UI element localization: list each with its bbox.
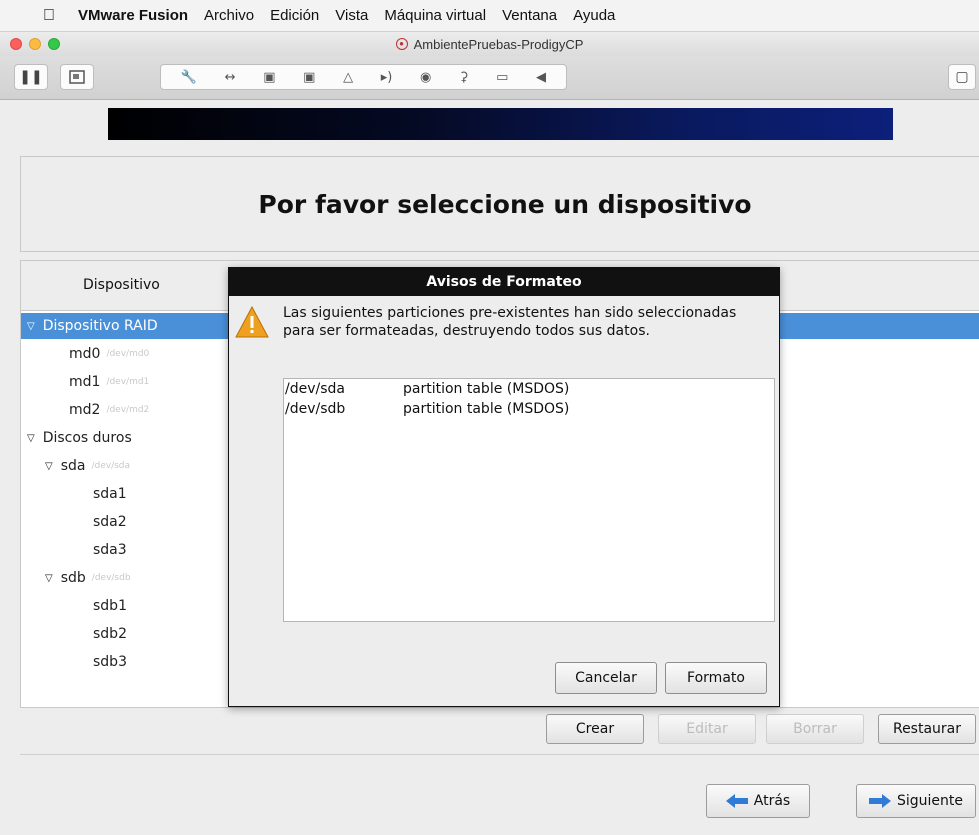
tree-row-label: md1 bbox=[69, 374, 101, 390]
tree-row-path: /dev/md2 bbox=[106, 405, 150, 415]
tree-row-path: /dev/md1 bbox=[106, 377, 150, 387]
menu-vista[interactable]: Vista bbox=[335, 7, 368, 24]
menu-edicion[interactable]: Edición bbox=[270, 7, 319, 24]
fullscreen-button[interactable]: ▢ bbox=[948, 64, 976, 90]
pause-button[interactable]: ❚❚ bbox=[14, 64, 48, 90]
app-menu[interactable]: VMware Fusion bbox=[78, 7, 188, 24]
back-arrow-icon bbox=[725, 794, 748, 808]
window-controls bbox=[10, 38, 60, 50]
tree-row-label: sda2 bbox=[93, 514, 127, 530]
tree-row-label: sda1 bbox=[93, 486, 127, 502]
back-button-label: Atrás bbox=[753, 793, 791, 809]
dialog-titlebar: Avisos de Formateo bbox=[229, 268, 779, 296]
sound-icon[interactable]: ▸) bbox=[381, 70, 393, 85]
hard-disk-icon[interactable]: ▣ bbox=[263, 70, 275, 85]
vm-icon: ● bbox=[395, 38, 408, 50]
expand-triangle-icon[interactable]: ▽ bbox=[45, 573, 53, 584]
next-button-label: Siguiente bbox=[896, 793, 963, 809]
edit-button-label: Editar bbox=[686, 721, 728, 737]
list-item-description: partition table (MSDOS) bbox=[403, 401, 570, 417]
tree-row-label: Dispositivo RAID bbox=[42, 318, 158, 334]
create-button-label: Crear bbox=[575, 721, 615, 737]
tree-row-label: Discos duros bbox=[42, 430, 132, 446]
device-toolbar-group: 🔧 ↔ ▣ ▣ △ ▸) ◉ ⚳ ▭ ◀ bbox=[160, 64, 567, 90]
tree-row-label: md2 bbox=[69, 402, 101, 418]
fullscreen-icon: ▢ bbox=[955, 69, 969, 85]
menu-maquina-virtual[interactable]: Máquina virtual bbox=[384, 7, 486, 24]
settings-wrench-icon[interactable]: 🔧 bbox=[181, 70, 197, 85]
hard-disk-2-icon[interactable]: ▣ bbox=[303, 70, 315, 85]
tree-row-label: sda3 bbox=[93, 542, 127, 558]
snapshot-icon bbox=[69, 70, 85, 84]
macos-menubar:  VMware Fusion Archivo Edición Vista Má… bbox=[0, 0, 979, 32]
menu-ayuda[interactable]: Ayuda bbox=[573, 7, 615, 24]
snapshot-button[interactable] bbox=[60, 64, 94, 90]
separator bbox=[20, 754, 979, 755]
resize-arrows-icon[interactable]: ↔ bbox=[225, 70, 236, 85]
expand-triangle-icon[interactable]: ▽ bbox=[27, 433, 35, 444]
edit-button[interactable]: Editar bbox=[658, 714, 756, 744]
display-icon[interactable]: ▭ bbox=[496, 70, 508, 85]
partition-list[interactable]: /dev/sda partition table (MSDOS) /dev/sd… bbox=[283, 378, 775, 622]
menu-archivo[interactable]: Archivo bbox=[204, 7, 254, 24]
delete-button-label: Borrar bbox=[793, 721, 837, 737]
tree-row-label: sda bbox=[60, 458, 86, 474]
page-title: Por favor seleccione un dispositivo bbox=[258, 189, 752, 219]
restore-button-label: Restaurar bbox=[892, 721, 962, 737]
format-button-label: Formato bbox=[687, 670, 745, 686]
tree-row-label: sdb1 bbox=[93, 598, 127, 614]
more-arrow-icon[interactable]: ◀ bbox=[536, 70, 546, 85]
apple-menu-icon[interactable]:  bbox=[40, 7, 58, 25]
tree-row-label: md0 bbox=[69, 346, 101, 362]
tree-row-path: /dev/sda bbox=[91, 461, 131, 471]
tree-row-label: sdb2 bbox=[93, 626, 127, 642]
expand-triangle-icon[interactable]: ▽ bbox=[27, 321, 35, 332]
delete-button[interactable]: Borrar bbox=[766, 714, 864, 744]
usb-icon[interactable]: ⚳ bbox=[459, 70, 469, 85]
format-button[interactable]: Formato bbox=[665, 662, 767, 694]
next-arrow-icon bbox=[868, 794, 891, 808]
tree-row-path: /dev/md0 bbox=[106, 349, 150, 359]
pause-icon: ❚❚ bbox=[19, 69, 43, 85]
format-warning-dialog: Avisos de Formateo Las siguientes partic… bbox=[228, 267, 780, 707]
cancel-button[interactable]: Cancelar bbox=[555, 662, 657, 694]
page-title-box: Por favor seleccione un dispositivo bbox=[20, 156, 979, 252]
close-window-button[interactable] bbox=[10, 38, 22, 50]
minimize-window-button[interactable] bbox=[29, 38, 41, 50]
back-button[interactable]: Atrás bbox=[706, 784, 810, 818]
installer-banner bbox=[108, 108, 893, 140]
tree-row-label: sdb3 bbox=[93, 654, 127, 670]
menu-ventana[interactable]: Ventana bbox=[502, 7, 557, 24]
create-button[interactable]: Crear bbox=[546, 714, 644, 744]
list-item-device: /dev/sda bbox=[285, 381, 345, 397]
warning-icon bbox=[235, 306, 269, 338]
tree-row-label: sdb bbox=[60, 570, 86, 586]
window-titlebar: ● AmbientePruebas-ProdigyCP bbox=[0, 32, 979, 56]
tree-row-path: /dev/sdb bbox=[91, 573, 131, 583]
cancel-button-label: Cancelar bbox=[575, 670, 637, 686]
vm-toolbar: ❚❚ 🔧 ↔ ▣ ▣ △ ▸) ◉ ⚳ ▭ ◀ ▢ bbox=[0, 56, 979, 100]
network-drive-icon[interactable]: △ bbox=[343, 70, 353, 85]
dialog-title: Avisos de Formateo bbox=[426, 274, 582, 290]
list-item-description: partition table (MSDOS) bbox=[403, 381, 570, 397]
restore-button[interactable]: Restaurar bbox=[878, 714, 976, 744]
camera-icon[interactable]: ◉ bbox=[420, 70, 431, 85]
dialog-message: Las siguientes particiones pre-existente… bbox=[283, 305, 737, 339]
device-column-label: Dispositivo bbox=[83, 277, 160, 293]
expand-triangle-icon[interactable]: ▽ bbox=[45, 461, 53, 472]
window-title: AmbientePruebas-ProdigyCP bbox=[413, 36, 584, 52]
next-button[interactable]: Siguiente bbox=[856, 784, 976, 818]
zoom-window-button[interactable] bbox=[48, 38, 60, 50]
list-item-device: /dev/sdb bbox=[285, 401, 346, 417]
